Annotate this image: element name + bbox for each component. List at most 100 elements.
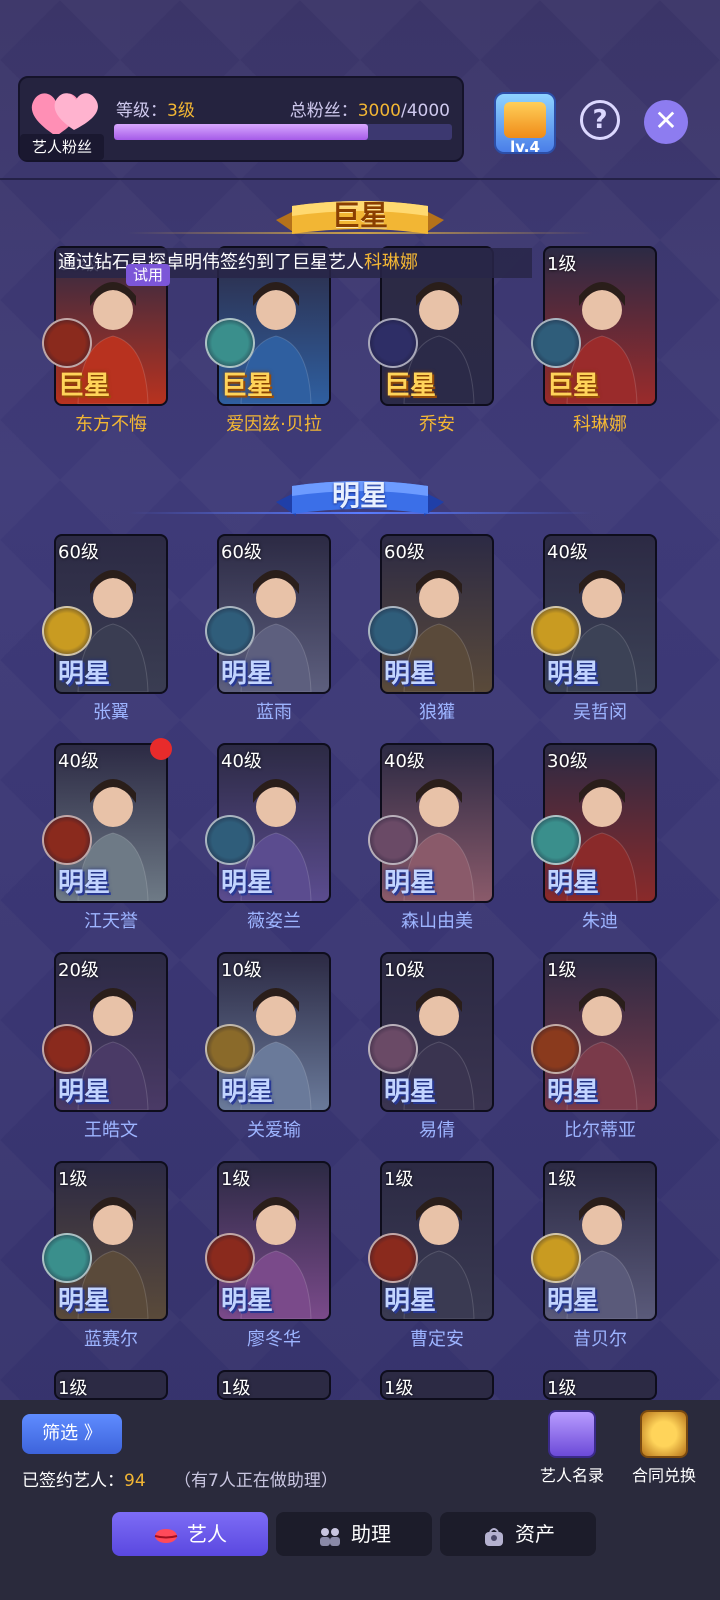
level-value: 3级 — [167, 101, 195, 121]
type-badge-icon — [531, 1233, 581, 1283]
card-name: 蓝雨 — [256, 702, 292, 723]
card-level: 60级 — [221, 542, 262, 563]
card-name: 东方不悔 — [75, 414, 147, 435]
type-badge-icon — [42, 606, 92, 656]
card-name: 朱迪 — [582, 911, 618, 932]
type-badge-icon — [205, 606, 255, 656]
signed-number: 94 — [124, 1471, 146, 1491]
help-button[interactable]: ? — [580, 100, 620, 140]
card-level: 1级 — [384, 1378, 414, 1399]
card-name: 廖冬华 — [247, 1329, 301, 1350]
clapperboard-icon — [504, 102, 546, 138]
trial-tag: 试用 — [126, 264, 170, 286]
fans-label: 总粉丝：3000/4000 — [260, 96, 450, 121]
type-badge-icon — [531, 1024, 581, 1074]
card-name: 科琳娜 — [573, 414, 627, 435]
tab-assistants-label: 助理 — [351, 1522, 391, 1546]
card-rank: 巨星 — [384, 371, 437, 401]
type-badge-icon — [368, 318, 418, 368]
star-card-partial[interactable]: 1级 — [380, 1370, 494, 1400]
card-rank: 明星 — [384, 1286, 437, 1316]
star-card-partial[interactable]: 1级 — [217, 1370, 331, 1400]
tab-assistants[interactable]: 助理 — [276, 1512, 432, 1556]
contract-exchange-label: 合同兑换 — [631, 1466, 696, 1485]
card-rank: 明星 — [58, 1077, 111, 1107]
card-rank: 明星 — [221, 1077, 274, 1107]
card-level: 10级 — [221, 960, 262, 981]
assistant-status: （有7人正在做助理） — [174, 1471, 338, 1491]
level-label: 等级：3级 — [116, 96, 195, 121]
card-name: 蓝赛尔 — [84, 1329, 138, 1350]
type-badge-icon — [368, 815, 418, 865]
tab-assets-label: 资产 — [515, 1522, 555, 1546]
card-level: 40级 — [221, 751, 262, 772]
notification-dot — [150, 738, 172, 760]
card-level: 30级 — [547, 751, 588, 772]
fans-total: /4000 — [401, 101, 450, 121]
filter-button[interactable]: 筛选 》 — [22, 1414, 122, 1454]
card-name: 乔安 — [419, 414, 455, 435]
fans-progress-bar — [114, 124, 452, 140]
clapperboard-button[interactable]: lv.4 — [494, 92, 556, 156]
type-badge-icon — [531, 318, 581, 368]
card-name: 狼獾 — [419, 702, 455, 723]
card-level: 1级 — [547, 254, 577, 275]
card-level: 1级 — [221, 1169, 251, 1190]
card-rank: 巨星 — [58, 371, 111, 401]
card-rank: 明星 — [221, 868, 274, 898]
card-rank: 明星 — [58, 659, 111, 689]
card-rank: 巨星 — [221, 371, 274, 401]
card-rank: 明星 — [547, 868, 600, 898]
tab-assets[interactable]: 资产 — [440, 1512, 596, 1556]
lips-icon — [154, 1528, 178, 1543]
card-name: 王皓文 — [84, 1120, 138, 1141]
directory-book-icon — [548, 1410, 596, 1458]
level-label-text: 等级： — [116, 101, 167, 121]
header-divider — [0, 178, 720, 180]
fans-progress-fill — [114, 124, 368, 140]
signed-label: 已签约艺人： — [22, 1471, 124, 1491]
bag-icon — [485, 1527, 503, 1546]
type-badge-icon — [368, 606, 418, 656]
card-level: 1级 — [547, 1169, 577, 1190]
contract-exchange-button[interactable]: 合同兑换 — [628, 1410, 700, 1486]
card-level: 1级 — [58, 1169, 88, 1190]
card-name: 江天誉 — [84, 911, 138, 932]
tab-artists[interactable]: 艺人 — [112, 1512, 268, 1556]
card-name: 昔贝尔 — [573, 1329, 627, 1350]
card-level: 1级 — [221, 1378, 251, 1399]
star-card-partial[interactable]: 1级 — [54, 1370, 168, 1400]
type-badge-icon — [205, 318, 255, 368]
clapperboard-level: lv.4 — [510, 138, 540, 156]
contract-folder-icon — [640, 1410, 688, 1458]
card-rank: 明星 — [58, 868, 111, 898]
card-level: 1级 — [58, 1378, 88, 1399]
fan-tag: 艺人粉丝 — [20, 134, 104, 160]
star-card-partial[interactable]: 1级 — [543, 1370, 657, 1400]
card-name: 薇姿兰 — [247, 911, 301, 932]
card-rank: 明星 — [547, 659, 600, 689]
type-badge-icon — [368, 1024, 418, 1074]
card-level: 40级 — [547, 542, 588, 563]
type-badge-icon — [531, 606, 581, 656]
card-rank: 明星 — [221, 659, 274, 689]
type-badge-icon — [205, 1024, 255, 1074]
type-badge-icon — [42, 1233, 92, 1283]
card-rank: 明星 — [547, 1077, 600, 1107]
card-rank: 明星 — [384, 659, 437, 689]
card-name: 爱因兹·贝拉 — [226, 414, 322, 435]
notice-highlight-name: 科琳娜 — [364, 252, 418, 273]
notice-text: 通过钻石星探卓明伟签约到了巨星艺人 — [58, 252, 364, 273]
artist-directory-label: 艺人名录 — [539, 1466, 604, 1485]
card-rank: 巨星 — [547, 371, 600, 401]
card-name: 森山由美 — [401, 911, 473, 932]
card-name: 张翼 — [93, 702, 129, 723]
type-badge-icon — [531, 815, 581, 865]
card-name: 吴哲闵 — [573, 702, 627, 723]
fans-label-text: 总粉丝： — [289, 101, 358, 121]
close-button[interactable]: ✕ — [644, 100, 688, 144]
artist-directory-button[interactable]: 艺人名录 — [536, 1410, 608, 1486]
star-title: 明星 — [331, 479, 388, 512]
card-rank: 明星 — [547, 1286, 600, 1316]
people-icon — [320, 1527, 340, 1546]
